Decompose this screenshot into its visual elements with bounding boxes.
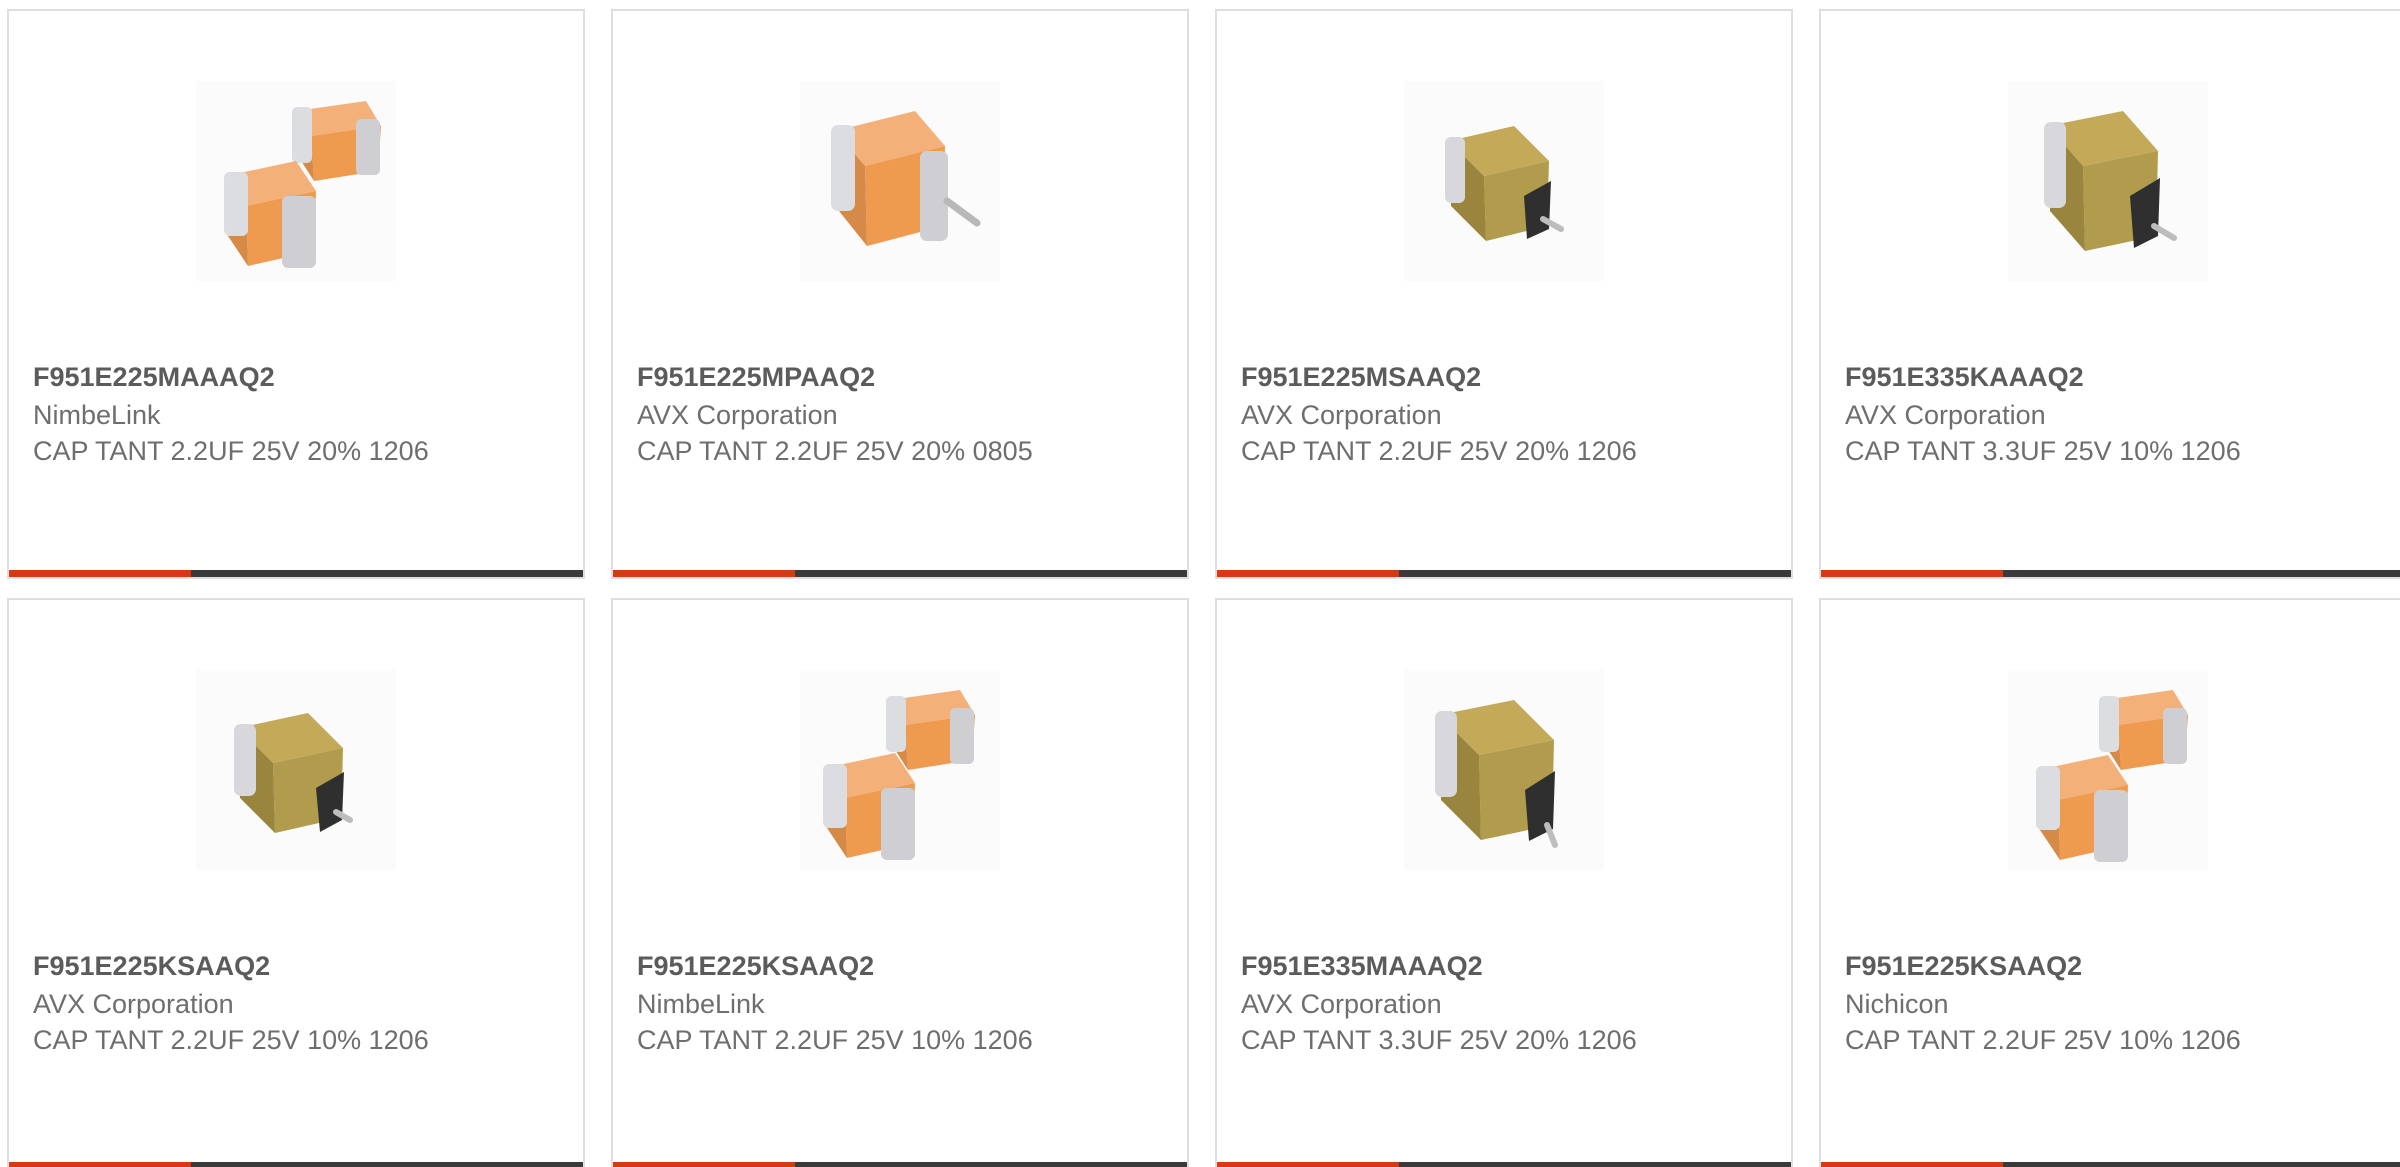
capacitor-olive-icon: [1404, 670, 1604, 870]
card-footer-bar: [613, 570, 1187, 577]
card-accent: [9, 1162, 191, 1167]
part-number[interactable]: F951E225KSAAQ2: [33, 951, 270, 982]
capacitor-pair-orange-icon: [800, 670, 1000, 870]
capacitor-orange-lead-icon: [800, 81, 1000, 281]
description: CAP TANT 2.2UF 25V 20% 1206: [33, 436, 429, 466]
card-footer-bar: [9, 1162, 583, 1167]
product-image[interactable]: [1404, 670, 1604, 870]
product-image[interactable]: [196, 81, 396, 281]
product-card[interactable]: F951E225MAAAQ2 NimbeLink CAP TANT 2.2UF …: [7, 9, 585, 579]
part-number[interactable]: F951E225MPAAQ2: [637, 362, 875, 393]
card-footer-bar: [613, 1162, 1187, 1167]
description: CAP TANT 2.2UF 25V 20% 1206: [1241, 436, 1637, 466]
part-number[interactable]: F951E225KSAAQ2: [1845, 951, 2082, 982]
manufacturer: NimbeLink: [637, 989, 765, 1019]
product-image[interactable]: [800, 670, 1000, 870]
part-number[interactable]: F951E225MSAAQ2: [1241, 362, 1481, 393]
card-accent: [1217, 570, 1399, 577]
product-card[interactable]: F951E225MSAAQ2 AVX Corporation CAP TANT …: [1215, 9, 1793, 579]
product-card[interactable]: F951E225KSAAQ2 AVX Corporation CAP TANT …: [7, 598, 585, 1167]
product-card[interactable]: F951E335MAAAQ2 AVX Corporation CAP TANT …: [1215, 598, 1793, 1167]
product-card[interactable]: F951E225KSAAQ2 Nichicon CAP TANT 2.2UF 2…: [1819, 598, 2400, 1167]
description: CAP TANT 3.3UF 25V 10% 1206: [1845, 436, 2241, 466]
description: CAP TANT 2.2UF 25V 10% 1206: [33, 1025, 429, 1055]
product-card[interactable]: F951E335KAAAQ2 AVX Corporation CAP TANT …: [1819, 9, 2400, 579]
card-footer-bar: [1821, 1162, 2400, 1167]
description: CAP TANT 2.2UF 25V 10% 1206: [1845, 1025, 2241, 1055]
card-accent: [613, 570, 795, 577]
manufacturer: Nichicon: [1845, 989, 1949, 1019]
manufacturer: AVX Corporation: [1241, 989, 1442, 1019]
product-card[interactable]: F951E225KSAAQ2 NimbeLink CAP TANT 2.2UF …: [611, 598, 1189, 1167]
card-accent: [1821, 570, 2003, 577]
card-accent: [1821, 1162, 2003, 1167]
capacitor-pair-orange-icon: [196, 81, 396, 281]
product-image[interactable]: [800, 81, 1000, 281]
capacitor-pair-orange-icon: [2008, 670, 2208, 870]
part-number[interactable]: F951E335MAAAQ2: [1241, 951, 1483, 982]
part-number[interactable]: F951E225KSAAQ2: [637, 951, 874, 982]
card-accent: [9, 570, 191, 577]
capacitor-olive-icon: [2008, 81, 2208, 281]
product-card[interactable]: F951E225MPAAQ2 AVX Corporation CAP TANT …: [611, 9, 1189, 579]
product-image[interactable]: [196, 670, 396, 870]
capacitor-olive-icon: [196, 670, 396, 870]
card-accent: [1217, 1162, 1399, 1167]
product-image[interactable]: [1404, 81, 1604, 281]
product-image[interactable]: [2008, 81, 2208, 281]
description: CAP TANT 2.2UF 25V 20% 0805: [637, 436, 1033, 466]
card-footer-bar: [1217, 570, 1791, 577]
manufacturer: AVX Corporation: [637, 400, 838, 430]
product-image[interactable]: [2008, 670, 2208, 870]
manufacturer: AVX Corporation: [1241, 400, 1442, 430]
part-number[interactable]: F951E225MAAAQ2: [33, 362, 275, 393]
product-grid: F951E225MAAAQ2 NimbeLink CAP TANT 2.2UF …: [0, 0, 2400, 1167]
manufacturer: NimbeLink: [33, 400, 161, 430]
card-accent: [613, 1162, 795, 1167]
manufacturer: AVX Corporation: [33, 989, 234, 1019]
description: CAP TANT 2.2UF 25V 10% 1206: [637, 1025, 1033, 1055]
manufacturer: AVX Corporation: [1845, 400, 2046, 430]
card-footer-bar: [9, 570, 583, 577]
card-footer-bar: [1821, 570, 2400, 577]
card-footer-bar: [1217, 1162, 1791, 1167]
part-number[interactable]: F951E335KAAAQ2: [1845, 362, 2084, 393]
capacitor-olive-icon: [1404, 81, 1604, 281]
description: CAP TANT 3.3UF 25V 20% 1206: [1241, 1025, 1637, 1055]
